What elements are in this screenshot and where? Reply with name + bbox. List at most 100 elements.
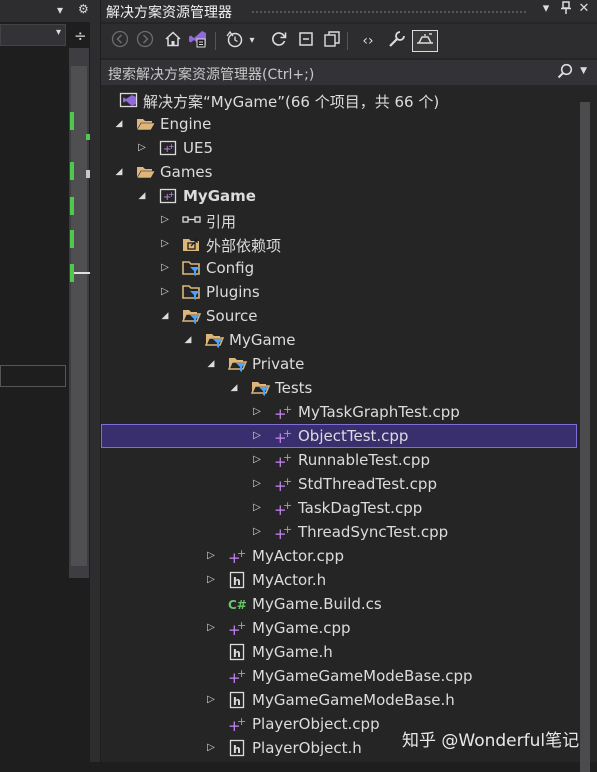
tree-item[interactable]: 解决方案“MyGame”(66 个项目，共 66 个) — [101, 88, 577, 112]
explorer-toolbar: ▾ ‹› — [101, 24, 597, 58]
preview-icon[interactable] — [412, 30, 438, 52]
collapsed-arrow-icon[interactable]: ▷ — [251, 429, 263, 443]
window-position-dropdown-icon[interactable]: ▾ — [537, 1, 555, 16]
tree-item[interactable]: ▷ 外部依赖项 — [101, 232, 577, 256]
tree-item-label: MyGameGameModeBase.h — [252, 691, 455, 709]
header-file-icon: h — [228, 691, 248, 709]
properties-wrench-icon[interactable] — [386, 30, 408, 52]
collapsed-arrow-icon[interactable]: ▷ — [159, 285, 171, 299]
expanded-arrow-icon[interactable]: ◢ — [205, 357, 217, 371]
expanded-arrow-icon[interactable]: ◢ — [159, 309, 171, 323]
svg-text:+: + — [237, 619, 246, 632]
svg-text:h: h — [233, 647, 241, 660]
explorer-search-box[interactable]: 搜索解决方案资源管理器(Ctrl+;) ▼ — [101, 60, 597, 85]
tree-item[interactable]: ▷ h MyGameGameModeBase.h — [101, 688, 577, 712]
tree-scroll-thumb[interactable] — [580, 102, 590, 772]
svg-text:h: h — [233, 743, 241, 756]
tree-scrollbar[interactable] — [578, 96, 592, 772]
dropdown-arrow-icon[interactable]: ▾ — [57, 3, 63, 17]
forward-icon[interactable] — [134, 30, 156, 52]
tree-item[interactable]: ◢ MyGame — [101, 328, 577, 352]
external-dependencies-icon — [182, 235, 202, 253]
vs-switch-icon[interactable] — [187, 30, 209, 52]
header-file-icon: h — [228, 739, 248, 757]
gear-icon[interactable]: ⚙ — [78, 2, 89, 16]
close-icon[interactable]: ✕ — [575, 1, 593, 16]
tree-item[interactable]: ◢ Source — [101, 304, 577, 328]
collapsed-arrow-icon[interactable]: ▷ — [159, 261, 171, 275]
collapsed-arrow-icon[interactable]: ▷ — [205, 693, 217, 707]
chevron-down-icon[interactable]: ▾ — [246, 30, 258, 52]
expanded-arrow-icon[interactable]: ◢ — [113, 117, 125, 131]
split-editor-icon[interactable]: ÷ — [74, 27, 87, 45]
tree-item-selected[interactable]: ▷ + + ObjectTest.cpp — [101, 424, 577, 448]
collapsed-arrow-icon[interactable]: ▷ — [251, 477, 263, 491]
expanded-arrow-icon[interactable]: ◢ — [136, 189, 148, 203]
tree-item[interactable]: ▷ + + MyActor.cpp — [101, 544, 577, 568]
tree-item[interactable]: ◢ Tests — [101, 376, 577, 400]
cpp-file-icon: + + — [274, 427, 294, 447]
tree-item-label: Engine — [160, 115, 212, 133]
show-all-files-icon[interactable] — [321, 30, 343, 52]
tree-item-label: MyGame.cpp — [252, 619, 351, 637]
cpp-file-icon: + + — [274, 475, 294, 495]
editor-find-field[interactable] — [0, 365, 66, 387]
chevron-down-icon[interactable]: ▼ — [580, 66, 587, 76]
tree-item[interactable]: h MyGame.h — [101, 640, 577, 664]
member-dropdown[interactable]: ▾ — [0, 24, 66, 46]
collapsed-arrow-icon[interactable]: ▷ — [251, 453, 263, 467]
tree-item[interactable]: ◢ Private — [101, 352, 577, 376]
svg-text:+: + — [237, 547, 246, 560]
tree-item[interactable]: + + MyGameGameModeBase.cpp — [101, 664, 577, 688]
expanded-arrow-icon[interactable]: ◢ — [228, 381, 240, 395]
folder-open-icon — [136, 115, 156, 133]
expanded-arrow-icon[interactable]: ◢ — [113, 165, 125, 179]
collapsed-arrow-icon[interactable]: ▷ — [205, 741, 217, 755]
tree-item[interactable]: ▷ + + StdThreadTest.cpp — [101, 472, 577, 496]
tree-item[interactable]: ▷ + + UE5 — [101, 136, 577, 160]
collapsed-arrow-icon[interactable]: ▷ — [159, 213, 171, 227]
toolbar-separator — [347, 32, 348, 50]
tree-item[interactable]: ◢ Engine — [101, 112, 577, 136]
header-file-icon: h — [228, 571, 248, 589]
collapsed-arrow-icon[interactable]: ▷ — [251, 525, 263, 539]
tree-item[interactable]: ▷ + + MyGame.cpp — [101, 616, 577, 640]
tree-item[interactable]: ▷ 引用 — [101, 208, 577, 232]
collapsed-arrow-icon[interactable]: ▷ — [251, 501, 263, 515]
collapsed-arrow-icon[interactable]: ▷ — [205, 573, 217, 587]
expanded-arrow-icon[interactable]: ◢ — [182, 333, 194, 347]
home-icon[interactable] — [162, 30, 184, 52]
tree-item[interactable]: ◢ Games — [101, 160, 577, 184]
collapsed-arrow-icon[interactable]: ▷ — [159, 237, 171, 251]
tree-item-label: MyGame — [183, 187, 256, 205]
code-view-icon[interactable]: ‹› — [357, 30, 379, 52]
collapsed-arrow-icon[interactable]: ▷ — [251, 405, 263, 419]
collapsed-arrow-icon[interactable]: ▷ — [136, 141, 148, 155]
cpp-file-icon: + + — [228, 619, 248, 639]
tree-item[interactable]: ▷ h MyActor.h — [101, 568, 577, 592]
collapsed-arrow-icon[interactable]: ▷ — [205, 549, 217, 563]
tree-item[interactable]: C# MyGame.Build.cs — [101, 592, 577, 616]
tree-item[interactable]: ▷ + + TaskDagTest.cpp — [101, 496, 577, 520]
search-icon[interactable] — [557, 63, 573, 83]
tree-item[interactable]: ◢ + + MyGame — [101, 184, 577, 208]
editor-scroll-thumb[interactable] — [71, 66, 87, 566]
history-icon[interactable] — [225, 30, 247, 52]
cpp-file-icon: + + — [274, 451, 294, 471]
tree-item[interactable]: ▷ Config — [101, 256, 577, 280]
tree-item[interactable]: ▷ + + RunnableTest.cpp — [101, 448, 577, 472]
collapsed-arrow-icon[interactable]: ▷ — [205, 621, 217, 635]
cpp-file-icon: + + — [228, 547, 248, 567]
filter-folder-icon — [182, 259, 202, 277]
svg-text:h: h — [233, 575, 241, 588]
cpp-file-icon: + + — [228, 715, 248, 735]
tree-item[interactable]: ▷ + + MyTaskGraphTest.cpp — [101, 400, 577, 424]
title-grip[interactable] — [251, 10, 527, 14]
tree-item[interactable]: ▷ Plugins — [101, 280, 577, 304]
refresh-icon[interactable] — [268, 30, 290, 52]
back-icon[interactable] — [109, 30, 131, 52]
collapse-all-icon[interactable] — [295, 30, 317, 52]
tree-item[interactable]: ▷ + + ThreadSyncTest.cpp — [101, 520, 577, 544]
pin-icon[interactable] — [557, 1, 575, 19]
panel-splitter[interactable] — [90, 22, 100, 762]
